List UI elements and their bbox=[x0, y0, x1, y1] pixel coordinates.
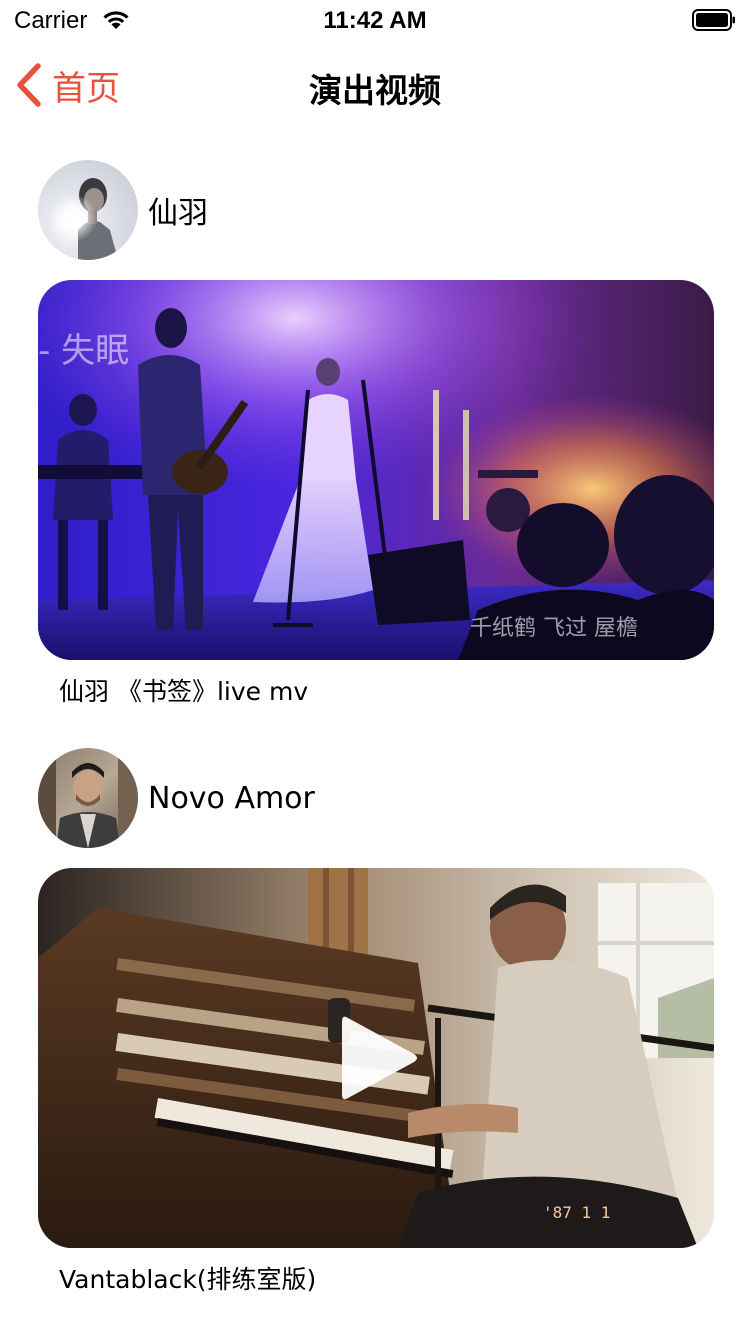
author-row[interactable]: 仙羽 bbox=[38, 160, 714, 260]
author-name[interactable]: 仙羽 bbox=[148, 188, 208, 232]
clock-time: 11:42 AM bbox=[323, 7, 427, 34]
page-title: 演出视频 bbox=[309, 71, 441, 110]
avatar[interactable] bbox=[38, 748, 138, 848]
video-datestamp: '87 1 1 bbox=[543, 1203, 610, 1222]
author-row[interactable]: Novo Amor bbox=[38, 748, 714, 848]
video-thumbnail[interactable]: '87 1 1 bbox=[38, 868, 714, 1248]
video-caption: 仙羽 《书签》live mv bbox=[59, 677, 309, 706]
avatar-image bbox=[38, 160, 138, 260]
video-post: 仙羽 - 失眠 千纸鹤 飞过 屋檐 仙羽 《书签》live mv bbox=[38, 160, 714, 710]
concert-scene-image: - 失眠 千纸鹤 飞过 屋檐 bbox=[38, 280, 714, 660]
video-overlay-subtitle: 千纸鹤 飞过 屋檐 bbox=[470, 616, 638, 641]
navigation-bar: 首页 演出视频 bbox=[0, 40, 750, 128]
video-caption: Vantablack(排练室版) bbox=[59, 1265, 317, 1294]
video-thumbnail[interactable]: - 失眠 千纸鹤 飞过 屋檐 bbox=[38, 280, 714, 660]
avatar[interactable] bbox=[38, 160, 138, 260]
battery-icon bbox=[692, 9, 735, 31]
video-feed: 仙羽 - 失眠 千纸鹤 飞过 屋檐 仙羽 《书签》live mv Novo Am… bbox=[38, 160, 714, 1298]
video-post: Novo Amor '87 1 1 Vantablack(排练室版) bbox=[38, 748, 714, 1298]
svg-text:- 失眠: - 失眠 bbox=[38, 331, 129, 371]
author-name[interactable]: Novo Amor bbox=[148, 781, 315, 816]
play-icon[interactable] bbox=[334, 1008, 424, 1108]
avatar-image bbox=[38, 748, 138, 848]
status-bar: Carrier 11:42 AM bbox=[0, 0, 750, 40]
